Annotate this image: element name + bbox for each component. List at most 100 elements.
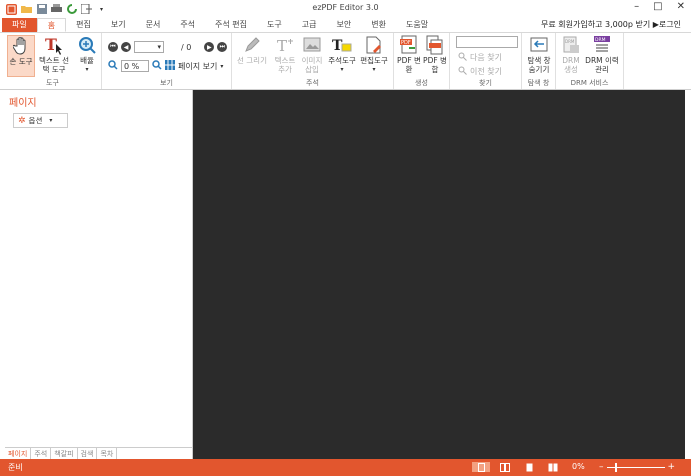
tab-help[interactable]: 도움말: [396, 18, 438, 32]
group-explorer: 탐색 창 숨기기 탐색 창: [522, 33, 556, 89]
page-view-button[interactable]: 페이지 보기: [178, 61, 217, 72]
draw-line-button[interactable]: 선 그리기: [237, 35, 267, 65]
tab-annotation-edit[interactable]: 주석 편집: [205, 18, 257, 32]
gear-icon: ✲: [18, 115, 26, 126]
sidebar-tabs: 페이지 주석 책갈피 검색 목차: [5, 447, 193, 459]
sidebar-panel: 페이지 ✲ 옵션 ▾ 페이지 주석 책갈피 검색 목차: [5, 90, 193, 459]
annotation-tool-button[interactable]: T 주석도구 ▾: [325, 35, 359, 74]
tab-convert[interactable]: 변환: [361, 18, 396, 32]
window-controls: – □ ✕: [634, 1, 685, 12]
sidebar-tab-search[interactable]: 검색: [78, 448, 98, 459]
group-label-view: 보기: [160, 79, 173, 87]
group-label-find: 찾기: [479, 79, 492, 87]
insert-image-button[interactable]: 이미지 삽입: [300, 35, 324, 74]
hand-tool-button[interactable]: 손 도구: [7, 35, 35, 77]
annotation-tool-dropdown-icon: ▾: [340, 66, 344, 73]
sidebar-tab-toc[interactable]: 목차: [97, 448, 118, 459]
tab-home[interactable]: 홈: [36, 18, 67, 32]
zoom-input[interactable]: 0 %: [121, 60, 149, 72]
two-page-view-icon[interactable]: [496, 462, 514, 472]
text-add-icon: T: [275, 35, 295, 55]
options-button[interactable]: ✲ 옵션 ▾: [13, 113, 68, 128]
zoom-in-icon[interactable]: [152, 60, 162, 72]
svg-text:DRM: DRM: [565, 39, 575, 44]
find-prev-button[interactable]: 이전 찾기: [458, 66, 502, 77]
hide-explorer-button[interactable]: 탐색 창 숨기기: [524, 35, 554, 74]
tab-view[interactable]: 보기: [101, 18, 136, 32]
zoom-slider-thumb[interactable]: [614, 462, 617, 472]
sidebar-tab-pages[interactable]: 페이지: [5, 448, 32, 459]
group-tools: 손 도구 T 텍스트 선택 도구 배율 ▾ 도구: [4, 33, 102, 89]
edit-tool-icon: [364, 35, 384, 55]
page-view-icon: [165, 60, 175, 72]
drm-create-icon: DRM: [561, 35, 581, 55]
pdf-convert-button[interactable]: PDF PDF 변환: [397, 35, 421, 74]
edit-tool-button[interactable]: 편집도구 ▾: [358, 35, 390, 74]
pdf-merge-button[interactable]: PDF 병합: [423, 35, 447, 74]
svg-text:DRM: DRM: [595, 37, 606, 43]
tab-annotation[interactable]: 주석: [170, 18, 205, 32]
drm-create-button[interactable]: DRM DRM 생성: [560, 35, 582, 74]
zoom-plus-button[interactable]: +: [668, 462, 676, 472]
promo-link[interactable]: 무료 회원가입하고 3,000p 받기 ▶로그인: [541, 19, 681, 30]
edit-tool-dropdown-icon: ▾: [372, 66, 376, 73]
find-next-button[interactable]: 다음 찾기: [458, 52, 502, 63]
next-page-icon[interactable]: ▶: [204, 42, 215, 52]
group-label-drm: DRM 서비스: [570, 79, 609, 87]
zoom-minus-button[interactable]: –: [599, 462, 604, 472]
continuous-two-page-view-icon[interactable]: [544, 462, 562, 472]
text-select-icon: T: [44, 35, 64, 55]
group-label-create: 생성: [415, 79, 428, 87]
page-number-input[interactable]: ▾: [134, 41, 164, 53]
svg-text:T: T: [45, 35, 57, 54]
single-page-view-icon[interactable]: [472, 462, 490, 472]
svg-text:T: T: [277, 37, 287, 54]
tab-edit[interactable]: 편집: [66, 18, 101, 32]
continuous-view-icon[interactable]: [520, 462, 538, 472]
image-icon: [302, 35, 322, 55]
status-bar: 준비 0% – +: [0, 459, 691, 476]
tab-security[interactable]: 보안: [327, 18, 362, 32]
maximize-button[interactable]: □: [653, 1, 662, 12]
hide-panel-icon: [529, 35, 549, 55]
status-text: 준비: [8, 463, 23, 472]
window-title: ezPDF Editor 3.0: [312, 3, 379, 12]
group-annotation: 선 그리기 T 텍스트 추가 이미지 삽입 T 주석도구 ▾ 편집도구 ▾ 주석: [232, 33, 394, 89]
drm-history-icon: DRM: [592, 35, 612, 55]
document-canvas[interactable]: [193, 90, 685, 459]
page-total: / 0: [181, 42, 192, 52]
add-text-button[interactable]: T 텍스트 추가: [271, 35, 299, 74]
tab-advanced[interactable]: 고급: [292, 18, 327, 32]
last-page-icon[interactable]: ⏭: [217, 42, 228, 52]
prev-page-icon[interactable]: ◀: [121, 42, 131, 52]
zoom-slider-track[interactable]: [606, 462, 665, 472]
tab-file[interactable]: 파일: [2, 18, 37, 32]
tab-document[interactable]: 문서: [136, 18, 171, 32]
group-view: ⏮ ◀ ▾ / 0 ▶ ⏭ 0 % 페이지 보기 ▾ 보기: [102, 33, 232, 89]
svg-text:PDF: PDF: [401, 40, 411, 46]
ribbon: 손 도구 T 텍스트 선택 도구 배율 ▾ 도구 ⏮ ◀ ▾ / 0 ▶ ⏭ 0…: [0, 33, 691, 90]
find-prev-icon: [458, 66, 467, 77]
drm-history-button[interactable]: DRM DRM 이력 관리: [584, 35, 620, 74]
page-view-dropdown-icon[interactable]: ▾: [220, 63, 223, 70]
sidebar-tab-bookmarks[interactable]: 책갈피: [51, 448, 78, 459]
zoom-slider[interactable]: – +: [599, 462, 675, 472]
options-dropdown-icon: ▾: [49, 117, 53, 124]
find-input[interactable]: [456, 36, 518, 48]
zoom-tool-button[interactable]: 배율 ▾: [76, 35, 98, 74]
pdf-convert-icon: PDF: [399, 35, 419, 55]
group-create: PDF PDF 변환 PDF 병합 생성: [394, 33, 450, 89]
zoom-out-icon[interactable]: [108, 60, 118, 72]
sidebar-title: 페이지: [9, 98, 37, 109]
sidebar-tab-annotations[interactable]: 주석: [31, 448, 52, 459]
text-select-tool-button[interactable]: T 텍스트 선택 도구: [37, 35, 71, 74]
first-page-icon[interactable]: ⏮: [108, 42, 118, 52]
pdf-merge-icon: [425, 35, 445, 55]
group-label-annotation: 주석: [306, 79, 319, 87]
tab-tools[interactable]: 도구: [257, 18, 292, 32]
svg-text:T: T: [332, 38, 343, 54]
minimize-button[interactable]: –: [634, 1, 639, 12]
close-button[interactable]: ✕: [677, 1, 685, 12]
find-next-icon: [458, 52, 467, 63]
annotation-tool-icon: T: [332, 35, 352, 55]
